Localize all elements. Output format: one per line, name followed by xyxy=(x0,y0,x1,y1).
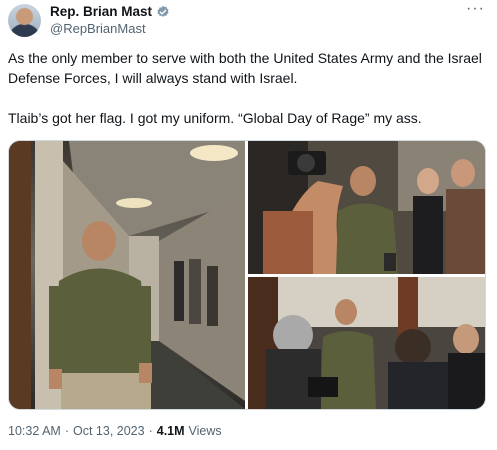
tweet-text: As the only member to serve with both th… xyxy=(8,48,488,128)
interview-photo-graphic xyxy=(248,277,485,409)
verified-badge-icon xyxy=(157,5,169,17)
avatar[interactable] xyxy=(8,4,41,37)
meta-separator: · xyxy=(64,424,69,438)
more-options-icon[interactable]: ··· xyxy=(466,1,485,17)
tweet-card: Rep. Brian Mast @RepBrianMast ··· As the… xyxy=(0,0,497,450)
press-photographers-photo[interactable] xyxy=(248,141,485,274)
tweet-paragraph-1: As the only member to serve with both th… xyxy=(8,50,482,86)
tweet-time[interactable]: 10:32 AM xyxy=(8,424,61,438)
author-handle[interactable]: @RepBrianMast xyxy=(50,21,146,36)
hallway-photo-graphic xyxy=(9,141,245,409)
man-in-uniform-hallway-photo[interactable] xyxy=(9,141,245,409)
reporters-interview-photo[interactable] xyxy=(248,277,485,409)
meta-separator-2: · xyxy=(148,424,153,438)
views-label: Views xyxy=(188,424,222,438)
photographers-photo-graphic xyxy=(248,141,485,274)
author-name-row: Rep. Brian Mast xyxy=(50,4,170,19)
tweet-date[interactable]: Oct 13, 2023 xyxy=(73,424,145,438)
tweet-paragraph-2: Tlaib’s got her flag. I got my uniform. … xyxy=(8,110,422,126)
tweet-meta: 10:32 AM · Oct 13, 2023 · 4.1M Views xyxy=(8,424,222,438)
author-display-name[interactable]: Rep. Brian Mast xyxy=(50,4,152,19)
views-count: 4.1M xyxy=(156,424,185,438)
media-grid xyxy=(8,140,486,410)
